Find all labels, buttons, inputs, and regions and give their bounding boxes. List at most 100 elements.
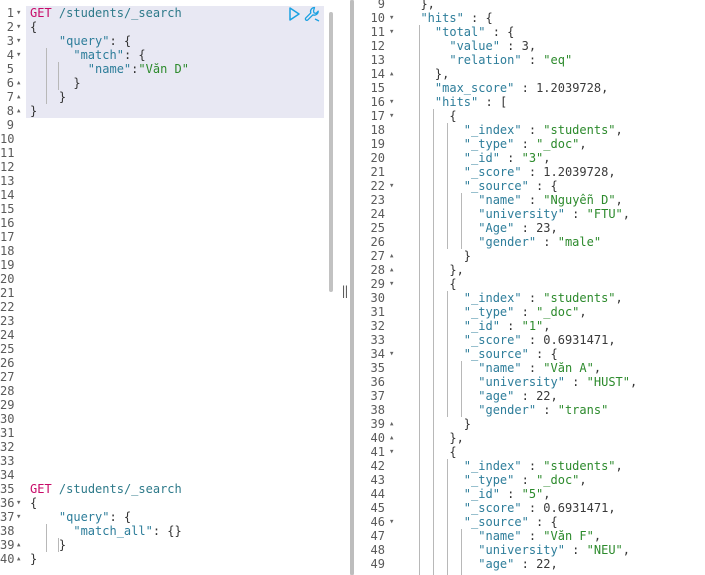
code-line: 23	[0, 314, 334, 328]
code-token: :	[514, 389, 537, 403]
fold-collapse-icon[interactable]: ▾	[389, 347, 394, 361]
code-line: 35 "name" : "Văn A",	[355, 361, 705, 375]
code-token: ,	[550, 221, 558, 235]
fold-collapse-icon[interactable]: ▾	[389, 179, 394, 193]
line-content: "query": {	[30, 34, 131, 48]
code-token: ,	[593, 361, 602, 375]
code-line: 26 "gender" : "male"	[355, 235, 705, 249]
line-content: "_type" : "_doc",	[406, 473, 587, 487]
line-number: 22	[0, 300, 15, 314]
line-number: 29	[370, 277, 385, 291]
line-number: 3	[6, 34, 14, 48]
fold-expand-icon[interactable]: ▴	[16, 76, 21, 90]
line-number: 31	[370, 305, 385, 319]
fold-collapse-icon[interactable]: ▾	[389, 445, 394, 459]
code-line: 1 ▾ GET /students/_search	[0, 6, 334, 20]
code-token: "_doc"	[536, 305, 580, 319]
code-token: : {	[485, 25, 515, 39]
line-content: }	[30, 104, 37, 118]
code-token: :	[521, 123, 544, 137]
fold-collapse-icon[interactable]: ▾	[389, 109, 394, 123]
play-icon[interactable]	[288, 6, 300, 24]
line-content: GET /students/_search	[30, 6, 182, 20]
code-token: "max_score"	[434, 81, 515, 95]
fold-expand-icon[interactable]: ▴	[389, 263, 394, 277]
code-token: ,	[579, 473, 587, 487]
code-token: "_doc"	[536, 137, 580, 151]
line-number: 30	[0, 412, 15, 426]
code-line: 33	[0, 454, 334, 468]
fold-collapse-icon[interactable]: ▾	[389, 515, 394, 529]
fold-collapse-icon[interactable]: ▾	[389, 277, 394, 291]
code-token: ,	[550, 389, 558, 403]
code-line: 39 ▴ }	[0, 538, 334, 552]
code-token: "_index"	[463, 459, 522, 473]
line-content: "match_all": {}	[30, 524, 181, 538]
fold-collapse-icon[interactable]: ▾	[389, 11, 394, 25]
code-line: 21	[0, 286, 334, 300]
fold-expand-icon[interactable]: ▴	[16, 552, 21, 566]
fold-collapse-icon[interactable]: ▾	[16, 20, 21, 34]
line-number: 34	[0, 468, 15, 482]
fold-expand-icon[interactable]: ▴	[16, 538, 21, 552]
code-token: :	[521, 361, 544, 375]
code-token: :	[564, 543, 587, 557]
request-scrollbar[interactable]	[329, 12, 333, 292]
line-number: 9	[6, 118, 14, 132]
fold-collapse-icon[interactable]: ▾	[389, 25, 394, 39]
line-content: "age" : 22,	[406, 557, 558, 571]
response-scrollbar[interactable]	[350, 0, 354, 575]
request-editor[interactable]: 1 ▾ GET /students/_search 2 ▾{3 ▾ "query": {4…	[0, 0, 334, 575]
fold-collapse-icon[interactable]: ▾	[16, 34, 21, 48]
line-number: 25	[370, 221, 385, 235]
line-number: 40	[0, 552, 15, 566]
fold-expand-icon[interactable]: ▴	[389, 67, 394, 81]
line-content: {	[406, 445, 456, 459]
line-content: "_score" : 1.2039728,	[406, 165, 616, 179]
fold-expand-icon[interactable]: ▴	[389, 417, 394, 431]
fold-collapse-icon[interactable]: ▾	[389, 95, 394, 109]
code-line: 30 "_index" : "students",	[355, 291, 705, 305]
code-line: 12 "value" : 3,	[355, 39, 705, 53]
code-token: "1"	[521, 319, 544, 333]
response-scroll-thumb[interactable]	[350, 0, 354, 575]
line-content: "value" : 3,	[406, 39, 536, 53]
line-content: "name" : "Văn A",	[406, 361, 601, 375]
line-content: "gender" : "trans"	[406, 403, 608, 417]
line-content: "_id" : "1",	[406, 319, 551, 333]
fold-expand-icon[interactable]: ▴	[389, 431, 394, 445]
code-token: {	[30, 496, 38, 510]
wrench-icon[interactable]	[304, 6, 320, 25]
code-line: 25 "Age" : 23,	[355, 221, 705, 235]
fold-collapse-icon[interactable]: ▾	[16, 496, 21, 510]
fold-expand-icon[interactable]: ▴	[16, 90, 21, 104]
line-number: 5	[6, 62, 14, 76]
code-token: }	[406, 249, 472, 263]
code-token: : {	[528, 347, 558, 361]
fold-collapse-icon[interactable]: ▾	[16, 48, 21, 62]
code-line: 33 "_score" : 0.6931471,	[355, 333, 705, 347]
fold-expand-icon[interactable]: ▴	[16, 104, 21, 118]
fold-collapse-icon[interactable]: ▾	[16, 510, 21, 524]
fold-expand-icon[interactable]: ▴	[389, 249, 394, 263]
code-token: 1.2039728	[536, 81, 602, 95]
line-number: 16	[0, 216, 15, 230]
code-token: "name"	[478, 361, 522, 375]
fold-collapse-icon[interactable]: ▾	[16, 6, 21, 20]
line-number: 12	[0, 160, 15, 174]
code-line: 36 ▾ {	[0, 496, 334, 510]
code-line: 29 ▾ {	[355, 277, 705, 291]
code-token: },	[406, 0, 435, 11]
line-number: 38	[370, 403, 385, 417]
code-line: 45 "_score" : 0.6931471,	[355, 501, 705, 515]
line-number: 20	[0, 272, 15, 286]
code-token: :	[514, 221, 537, 235]
code-line: 13 "relation" : "eq"	[355, 53, 705, 67]
code-token: "_source"	[463, 347, 529, 361]
